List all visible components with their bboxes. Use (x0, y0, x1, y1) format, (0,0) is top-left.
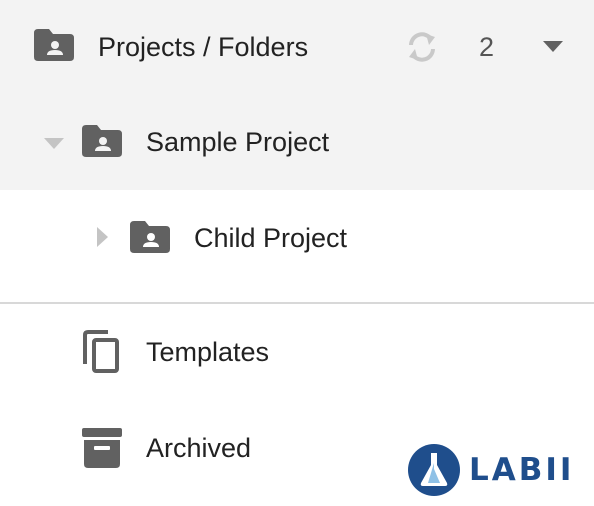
templates-link[interactable]: Templates (0, 320, 594, 384)
flask-logo-icon (407, 443, 461, 497)
templates-label: Templates (146, 337, 270, 367)
sync-icon[interactable] (405, 28, 439, 66)
project-count: 2 (479, 32, 495, 62)
tree-item-child-project[interactable]: Child Project (0, 190, 594, 286)
labii-logo: LABII (407, 443, 587, 497)
logo-text: LABII (469, 452, 575, 488)
folder-shared-icon (82, 125, 122, 157)
tree-item-sample-project[interactable]: Sample Project (0, 94, 594, 190)
archive-box-icon (82, 428, 122, 468)
caret-right-icon[interactable] (97, 227, 108, 247)
copy-icon (82, 330, 120, 374)
archived-label: Archived (146, 433, 252, 463)
caret-down-icon[interactable] (44, 138, 64, 149)
projects-panel: Projects / Folders 2 Sample Project Chil… (0, 0, 594, 506)
projects-folders-title: Projects / Folders (98, 32, 309, 62)
tree-item-label: Child Project (194, 223, 348, 253)
folder-shared-icon (130, 221, 170, 253)
folder-shared-icon (34, 29, 74, 61)
section-divider (0, 302, 594, 304)
tree-item-label: Sample Project (146, 127, 330, 157)
projects-header: Projects / Folders 2 (0, 0, 594, 94)
caret-down-icon[interactable] (543, 41, 563, 52)
